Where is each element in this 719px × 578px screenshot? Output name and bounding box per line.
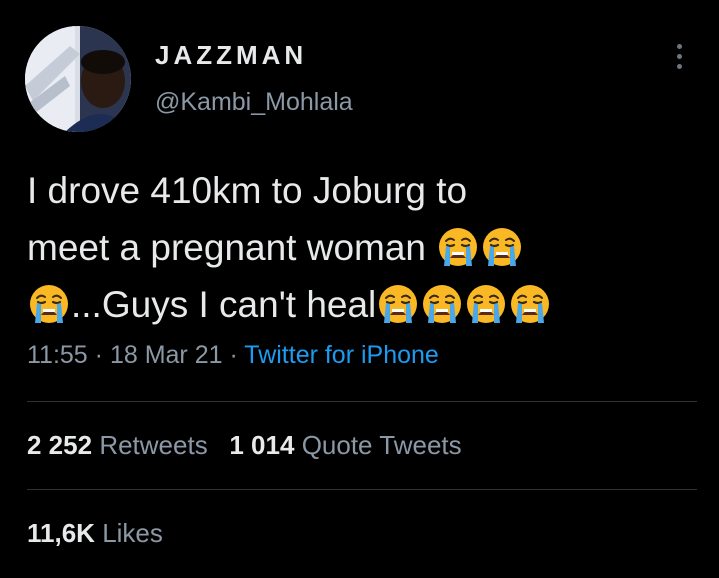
user-handle[interactable]: @Kambi_Mohlala — [155, 88, 353, 117]
tweet-card: JAZZMAN @Kambi_Mohlala I drove 410km to … — [0, 0, 719, 578]
tweet-line: I drove 410km to Joburg to — [27, 162, 697, 219]
likes-label: Likes — [102, 518, 163, 548]
tweet-line-text: ...Guys I can't heal — [71, 284, 377, 325]
dot — [676, 63, 682, 69]
tweet-line-text: meet a pregnant woman — [27, 227, 437, 268]
dot — [676, 43, 682, 49]
tweet-time[interactable]: 11:55 — [27, 341, 88, 369]
retweets-count: 2 252 — [27, 430, 93, 460]
likes-stats: 11,6K Likes — [27, 518, 163, 549]
loudly-crying-face-icon — [377, 283, 419, 325]
display-name[interactable]: JAZZMAN — [155, 40, 307, 71]
divider — [27, 489, 697, 490]
loudly-crying-face-icon — [465, 283, 507, 325]
quote-tweets-count: 1 014 — [229, 430, 295, 460]
engagement-stats: 2 252 Retweets 1 014 Quote Tweets — [27, 430, 462, 461]
likes-stat[interactable]: 11,6K Likes — [27, 518, 163, 548]
loudly-crying-face-icon — [421, 283, 463, 325]
avatar[interactable] — [25, 26, 131, 132]
loudly-crying-face-icon — [437, 226, 479, 268]
loudly-crying-face-icon — [481, 226, 523, 268]
loudly-crying-face-icon — [509, 283, 551, 325]
tweet-source-link[interactable]: Twitter for iPhone — [244, 341, 439, 369]
loudly-crying-face-icon — [28, 283, 70, 325]
tweet-line: ...Guys I can't heal — [27, 276, 697, 333]
tweet-text: I drove 410km to Joburg to meet a pregna… — [27, 162, 697, 333]
quote-tweets-label: Quote Tweets — [301, 430, 462, 460]
dot — [676, 53, 682, 59]
tweet-date[interactable]: 18 Mar 21 — [110, 341, 223, 369]
tweet-line-text: I drove 410km to Joburg to — [27, 170, 468, 211]
separator: · — [229, 341, 238, 369]
profile-photo-icon — [25, 26, 131, 132]
separator: · — [94, 341, 103, 369]
divider — [27, 401, 697, 402]
likes-count: 11,6K — [27, 518, 95, 548]
retweets-label: Retweets — [99, 430, 208, 460]
tweet-line: meet a pregnant woman — [27, 219, 697, 276]
retweets-stat[interactable]: 2 252 Retweets — [27, 430, 208, 460]
more-options-icon[interactable] — [667, 36, 691, 76]
tweet-metadata: 11:55 · 18 Mar 21 · Twitter for iPhone — [27, 341, 439, 370]
quote-tweets-stat[interactable]: 1 014 Quote Tweets — [229, 430, 461, 460]
